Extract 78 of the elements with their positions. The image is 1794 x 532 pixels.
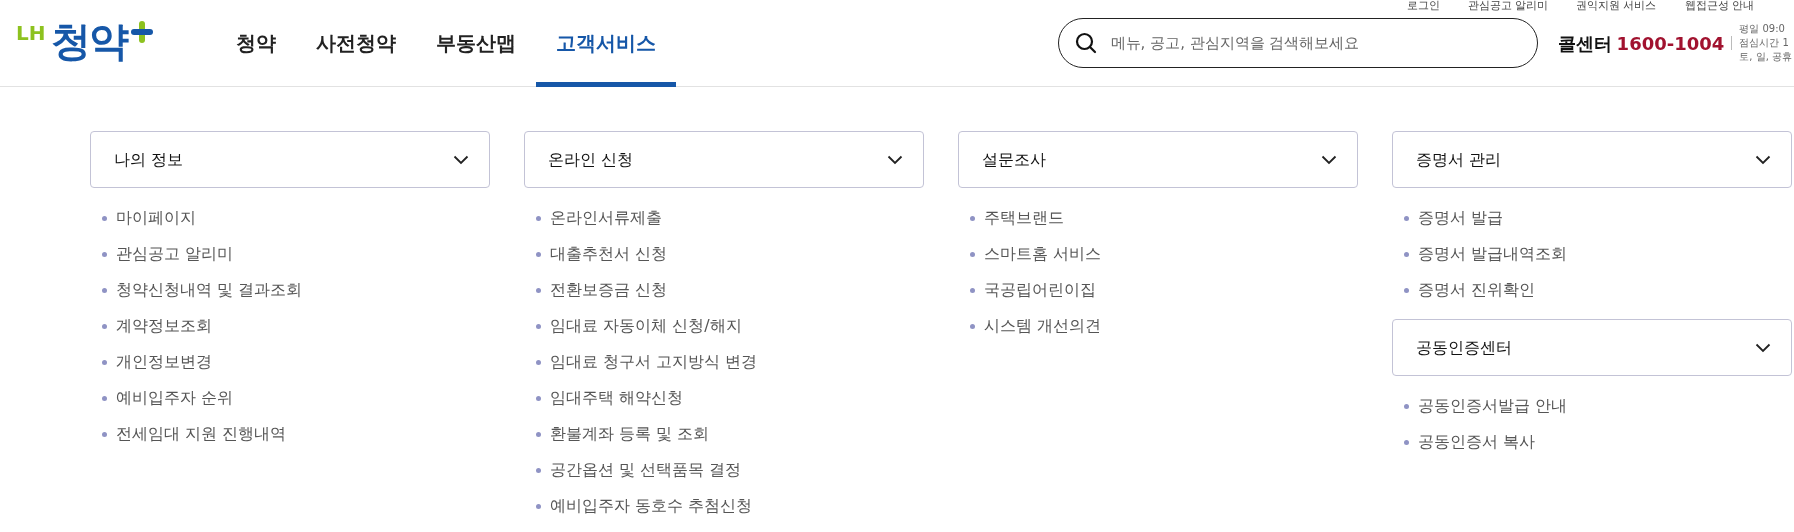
- bullet-icon: [102, 251, 107, 257]
- logo-prefix: LH: [16, 23, 46, 43]
- chevron-icon: [453, 154, 469, 165]
- nav-tab[interactable]: 사전청약: [296, 0, 416, 86]
- menu-link[interactable]: 예비입주자 순위: [116, 385, 234, 411]
- menu-link[interactable]: 임대료 자동이체 신청/해지: [550, 313, 742, 339]
- nav-tab[interactable]: 고객서비스: [536, 0, 676, 86]
- menu-dropdown[interactable]: 증명서 관리: [1392, 131, 1792, 188]
- menu-link[interactable]: 증명서 발급내역조회: [1418, 241, 1568, 267]
- menu-link[interactable]: 환불계좌 등록 및 조회: [550, 421, 710, 447]
- bullet-icon: [970, 215, 975, 221]
- utility-link[interactable]: 관심공고 알리미: [1467, 0, 1548, 12]
- bullet-icon: [1404, 215, 1409, 221]
- hours-text: 점심시간 1: [1739, 36, 1790, 50]
- plus-icon: [129, 19, 156, 45]
- hours-text: 토, 일, 공휴: [1739, 50, 1792, 64]
- nav-tab[interactable]: 청약: [216, 0, 296, 86]
- bullet-icon: [536, 287, 541, 293]
- bullet-icon: [102, 359, 107, 365]
- menu-link[interactable]: 관심공고 알리미: [116, 241, 234, 267]
- bullet-icon: [536, 251, 541, 257]
- utility-link[interactable]: 로그인: [1406, 0, 1440, 12]
- chevron-icon: [1321, 154, 1337, 165]
- bullet-icon: [102, 287, 107, 293]
- bullet-icon: [970, 323, 975, 329]
- menu-link[interactable]: 예비입주자 동호수 추첨신청: [550, 493, 753, 519]
- logo-text: 청약: [51, 21, 128, 61]
- menu-dropdown[interactable]: 나의 정보: [90, 131, 490, 188]
- menu-link[interactable]: 증명서 진위확인: [1418, 277, 1536, 303]
- bullet-icon: [536, 215, 541, 221]
- chevron-icon: [887, 154, 903, 165]
- bullet-icon: [1404, 439, 1409, 445]
- menu-link[interactable]: 국공립어린이집: [984, 277, 1096, 303]
- bullet-icon: [970, 287, 975, 293]
- menu-link[interactable]: 스마트홈 서비스: [984, 241, 1102, 267]
- menu-link[interactable]: 주택브랜드: [984, 205, 1064, 231]
- bullet-icon: [1404, 403, 1409, 409]
- bullet-icon: [536, 323, 541, 329]
- call-center-number: 1600-1004: [1616, 31, 1725, 56]
- menu-link[interactable]: 전환보증금 신청: [550, 277, 668, 303]
- menu-link[interactable]: 개인정보변경: [116, 349, 212, 375]
- bullet-icon: [536, 431, 541, 437]
- search-field[interactable]: 메뉴, 공고, 관심지역을 검색해보세요: [1057, 18, 1538, 68]
- hours-text: 평일 09:0: [1739, 22, 1786, 36]
- bullet-icon: [1404, 251, 1409, 257]
- search-icon: [1074, 32, 1097, 54]
- call-center-label: 콜센터: [1557, 31, 1612, 56]
- menu-link[interactable]: 온라인서류제출: [550, 205, 662, 231]
- bullet-icon: [102, 323, 107, 329]
- bullet-icon: [970, 251, 975, 257]
- menu-link[interactable]: 대출추천서 신청: [550, 241, 668, 267]
- bullet-icon: [102, 215, 107, 221]
- chevron-icon: [1755, 154, 1771, 165]
- menu-link[interactable]: 청약신청내역 및 결과조회: [116, 277, 303, 303]
- bullet-icon: [102, 395, 107, 401]
- bullet-icon: [536, 503, 541, 509]
- bullet-icon: [102, 431, 107, 437]
- utility-link[interactable]: 웹접근성 안내: [1684, 0, 1754, 12]
- menu-dropdown[interactable]: 온라인 신청: [524, 131, 924, 188]
- menu-link[interactable]: 계약정보조회: [116, 313, 212, 339]
- menu-link[interactable]: 공동인증서발급 안내: [1418, 393, 1568, 419]
- menu-link[interactable]: 공동인증서 복사: [1418, 429, 1536, 455]
- bullet-icon: [536, 395, 541, 401]
- menu-link[interactable]: 마이페이지: [116, 205, 196, 231]
- menu-link[interactable]: 임대료 청구서 고지방식 변경: [550, 349, 758, 375]
- bullet-icon: [536, 467, 541, 473]
- menu-link[interactable]: 시스템 개선의견: [984, 313, 1102, 339]
- utility-link[interactable]: 권익지원 서비스: [1576, 0, 1657, 12]
- nav-tab[interactable]: 부동산맵: [416, 0, 536, 86]
- menu-link[interactable]: 증명서 발급: [1418, 205, 1504, 231]
- menu-link[interactable]: 전세임대 지원 진행내역: [116, 421, 287, 447]
- bullet-icon: [536, 359, 541, 365]
- menu-dropdown[interactable]: 설문조사: [958, 131, 1358, 188]
- bullet-icon: [1404, 287, 1409, 293]
- menu-link[interactable]: 공간옵션 및 선택품목 결정: [550, 457, 742, 483]
- chevron-icon: [1755, 342, 1771, 353]
- menu-dropdown[interactable]: 공동인증센터: [1392, 319, 1792, 376]
- menu-link[interactable]: 임대주택 해약신청: [550, 385, 684, 411]
